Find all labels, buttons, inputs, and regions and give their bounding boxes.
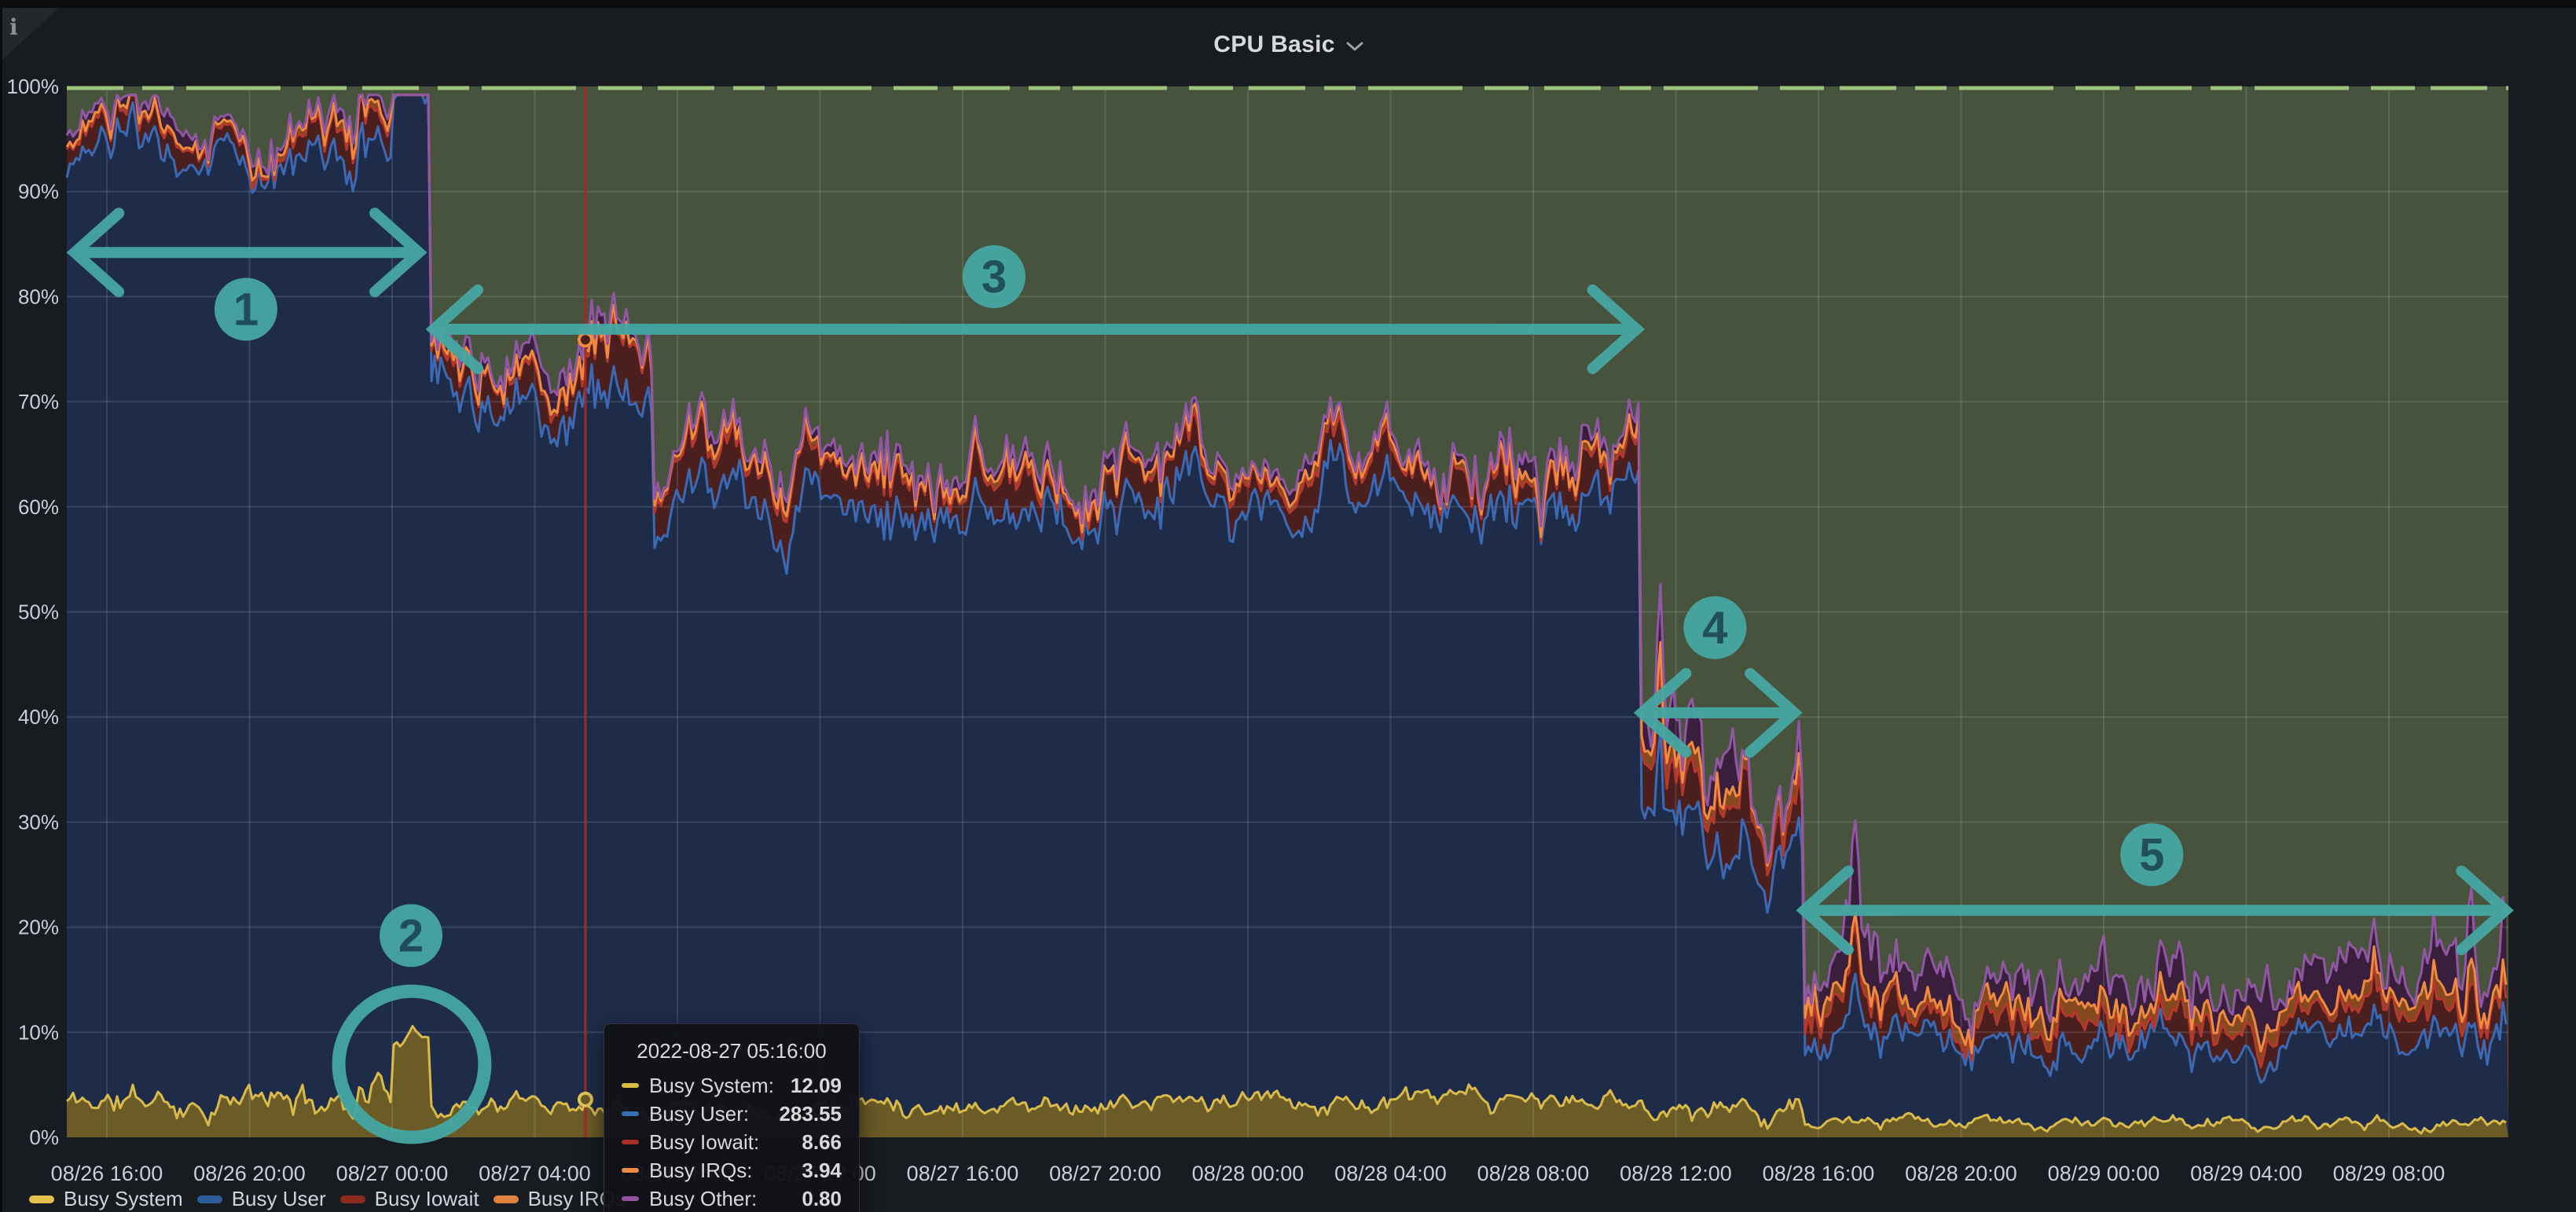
y-tick-label: 50% [18,600,59,624]
cpu-basic-panel: i CPU Basic 134520%10%20%30%40%50%60%70%… [2,8,2576,1212]
tooltip-row-busy-user: Busy User: 283.55 [622,1100,842,1128]
svg-text:5: 5 [2139,829,2164,880]
legend-swatch-busy-irqs [494,1195,519,1203]
x-tick-label: 08/27 04:00 [479,1162,591,1185]
tooltip-value: 0.80 [802,1187,842,1211]
hover-point-marker [579,333,592,346]
x-tick-label: 08/29 00:00 [2048,1162,2160,1185]
tooltip-row-busy-irqs: Busy IRQs: 3.94 [622,1156,842,1184]
tooltip-row-busy-system: Busy System: 12.09 [622,1071,842,1100]
window-top-strip [0,0,2576,8]
tooltip-label: Busy Iowait: [649,1130,759,1155]
y-tick-label: 100% [7,75,60,98]
x-tick-label: 08/29 08:00 [2333,1162,2446,1185]
tooltip-swatch-busy-system [622,1083,639,1088]
x-tick-label: 08/27 00:00 [336,1162,449,1185]
tooltip-swatch-busy-user [622,1111,639,1116]
annotation-badge-1: 1 [215,277,277,340]
tooltip-value: 3.94 [802,1159,842,1183]
panel-header[interactable]: CPU Basic [2,17,2576,72]
tooltip-swatch-busy-irqs [622,1168,639,1173]
x-tick-label: 08/28 20:00 [1905,1162,2017,1185]
y-tick-label: 30% [18,810,59,834]
legend-swatch-busy-user [197,1195,222,1203]
x-tick-label: 08/28 12:00 [1620,1162,1732,1185]
tooltip-label: Busy System: [649,1074,774,1098]
x-tick-label: 08/29 04:00 [2190,1162,2303,1185]
annotation-badge-2: 2 [380,904,442,967]
legend-item-busy-system[interactable]: Busy System [29,1187,183,1211]
info-icon: i [9,14,18,40]
y-tick-label: 40% [18,705,59,729]
plot-area: 134520%10%20%30%40%50%60%70%80%90%100%08… [7,75,2509,1185]
chevron-down-icon[interactable] [1345,40,1365,53]
y-tick-label: 60% [18,495,59,519]
x-tick-label: 08/27 16:00 [907,1162,1019,1185]
legend-label: Busy Iowait [375,1187,479,1211]
tooltip-swatch-busy-iowait [622,1140,639,1144]
tooltip-timestamp: 2022-08-27 05:16:00 [622,1037,842,1065]
svg-text:1: 1 [233,284,259,335]
tooltip-label: Busy Other: [649,1187,757,1211]
legend-label: Busy User [232,1187,326,1211]
y-tick-label: 80% [18,285,59,308]
hover-point-marker [579,1093,592,1106]
legend-item-busy-iowait[interactable]: Busy Iowait [340,1187,479,1211]
panel-title[interactable]: CPU Basic [1213,31,1334,58]
svg-text:3: 3 [982,252,1007,303]
svg-text:4: 4 [1702,603,1727,654]
tooltip-value: 283.55 [779,1102,842,1126]
x-tick-label: 08/28 00:00 [1192,1162,1305,1185]
x-tick-label: 08/28 08:00 [1477,1162,1590,1185]
hover-tooltip: 2022-08-27 05:16:00 Busy System: 12.09 B… [604,1023,860,1212]
tooltip-label: Busy IRQs: [649,1159,752,1183]
x-tick-label: 08/28 16:00 [1763,1162,1875,1185]
cpu-usage-chart[interactable]: 134520%10%20%30%40%50%60%70%80%90%100%08… [2,8,2576,1212]
tooltip-swatch-busy-other [622,1196,639,1201]
tooltip-value: 8.66 [802,1130,842,1155]
y-axis-labels: 0% 10% 20% 30% 40% 50% 60% 70% 80% 90% 100% [7,75,60,1149]
x-axis-labels: 08/26 16:00 08/26 20:00 08/27 00:00 08/27 0… [51,1162,2446,1185]
x-tick-label: 08/28 04:00 [1334,1162,1447,1185]
annotation-badge-4: 4 [1683,597,1746,659]
x-tick-label: 08/27 20:00 [1049,1162,1161,1185]
y-tick-label: 0% [29,1126,59,1149]
annotation-badge-5: 5 [2120,823,2183,886]
tooltip-label: Busy User: [649,1102,749,1126]
legend-swatch-busy-iowait [340,1195,365,1203]
y-tick-label: 20% [18,916,59,939]
x-tick-label: 08/26 20:00 [193,1162,306,1185]
svg-text:2: 2 [398,910,424,961]
tooltip-row-busy-other: Busy Other: 0.80 [622,1184,842,1212]
legend-label: Busy System [64,1187,183,1211]
y-tick-label: 10% [18,1020,59,1044]
y-tick-label: 90% [18,180,59,204]
y-tick-label: 70% [18,390,59,413]
legend: Busy System Busy User Busy Iowait Busy I… [29,1187,626,1211]
tooltip-row-busy-iowait: Busy Iowait: 8.66 [622,1128,842,1156]
x-tick-label: 08/26 16:00 [51,1162,163,1185]
legend-swatch-busy-system [29,1195,54,1203]
tooltip-value: 12.09 [791,1074,842,1098]
legend-item-busy-user[interactable]: Busy User [197,1187,326,1211]
annotation-badge-3: 3 [963,245,1026,308]
